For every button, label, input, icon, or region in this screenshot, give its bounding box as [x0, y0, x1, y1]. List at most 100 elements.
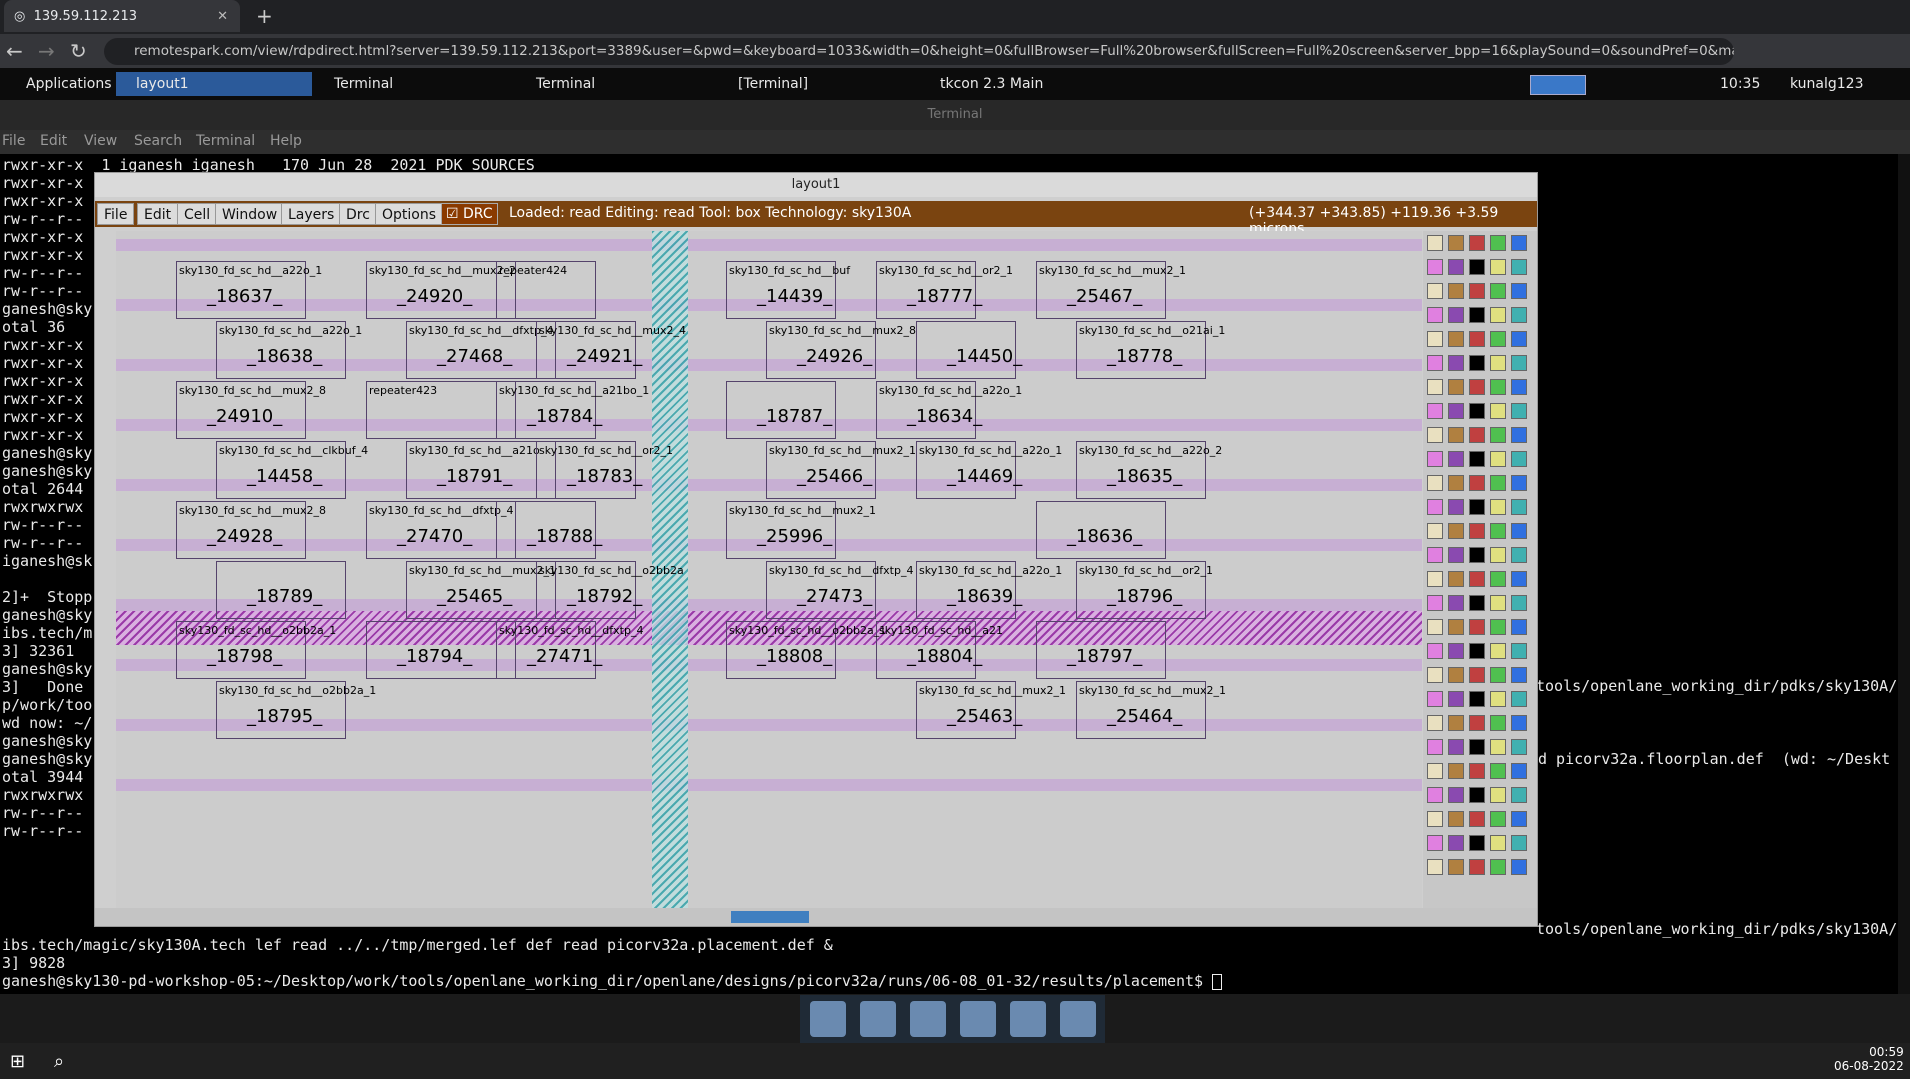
- layer-swatch[interactable]: [1448, 667, 1464, 683]
- std-cell[interactable]: sky130_fd_sc_hd__mux2_1 _25996_: [726, 501, 876, 559]
- layer-swatch[interactable]: [1490, 835, 1506, 851]
- layer-swatch[interactable]: [1448, 715, 1464, 731]
- layer-swatch[interactable]: [1490, 547, 1506, 563]
- layer-swatch[interactable]: [1490, 475, 1506, 491]
- std-cell[interactable]: sky130_fd_sc_hd__o2bb2a_1 _18795_: [216, 681, 376, 739]
- std-cell[interactable]: sky130_fd_sc_hd__a22o_1 _14469_: [916, 441, 1062, 499]
- layer-swatch[interactable]: [1511, 571, 1527, 587]
- layer-swatch[interactable]: [1490, 355, 1506, 371]
- layer-swatch[interactable]: [1469, 355, 1485, 371]
- layer-swatch[interactable]: [1490, 283, 1506, 299]
- layer-swatch[interactable]: [1427, 643, 1443, 659]
- layer-swatch[interactable]: [1469, 331, 1485, 347]
- layer-swatch[interactable]: [1511, 235, 1527, 251]
- magic-menu-cell[interactable]: Cell: [177, 203, 218, 225]
- layer-swatch[interactable]: [1427, 235, 1443, 251]
- panel-user[interactable]: kunalg123: [1790, 72, 1864, 96]
- magic-menu-file[interactable]: File: [97, 203, 135, 225]
- std-cell[interactable]: sky130_fd_sc_hd__buf _14439_: [726, 261, 850, 319]
- layer-swatch[interactable]: [1448, 355, 1464, 371]
- menu-terminal[interactable]: Terminal: [196, 133, 255, 149]
- layer-swatch[interactable]: [1448, 643, 1464, 659]
- layer-swatch[interactable]: [1448, 835, 1464, 851]
- layer-swatch[interactable]: [1448, 811, 1464, 827]
- layer-palette[interactable]: [1423, 231, 1537, 908]
- layer-swatch[interactable]: [1469, 307, 1485, 323]
- layer-swatch[interactable]: [1490, 643, 1506, 659]
- browser-tab[interactable]: ◎ 139.59.112.213 ✕: [4, 0, 240, 32]
- layer-swatch[interactable]: [1427, 787, 1443, 803]
- menu-edit[interactable]: Edit: [40, 133, 67, 149]
- browser-icon[interactable]: [960, 1001, 996, 1037]
- layer-swatch[interactable]: [1490, 763, 1506, 779]
- layer-swatch[interactable]: [1469, 403, 1485, 419]
- std-cell[interactable]: sky130_fd_sc_hd__mux2_1 _25466_: [766, 441, 916, 499]
- layer-swatch[interactable]: [1469, 787, 1485, 803]
- std-cell[interactable]: sky130_fd_sc_hd__or2_1 _18796_: [1076, 561, 1213, 619]
- layer-swatch[interactable]: [1490, 715, 1506, 731]
- terminal-prompt[interactable]: ganesh@sky130-pd-workshop-05:~/Desktop/w…: [2, 972, 1223, 990]
- layer-swatch[interactable]: [1448, 547, 1464, 563]
- std-cell[interactable]: sky130_fd_sc_hd__dfxtp_4 _27470_: [366, 501, 516, 559]
- layer-swatch[interactable]: [1511, 427, 1527, 443]
- layer-swatch[interactable]: [1427, 355, 1443, 371]
- std-cell[interactable]: _18797_: [1036, 621, 1166, 679]
- magic-menu-options[interactable]: Options: [375, 203, 444, 225]
- std-cell[interactable]: sky130_fd_sc_hd__mux2_8 _24926_: [766, 321, 916, 379]
- search-icon[interactable]: ⌕: [54, 1051, 64, 1072]
- std-cell[interactable]: _18789_: [216, 561, 346, 619]
- layer-swatch[interactable]: [1427, 739, 1443, 755]
- scroll-thumb[interactable]: [731, 911, 809, 923]
- layer-swatch[interactable]: [1448, 283, 1464, 299]
- std-cell[interactable]: sky130_fd_sc_hd__a21bo_1 _18784_: [496, 381, 649, 439]
- layer-swatch[interactable]: [1511, 547, 1527, 563]
- layer-swatch[interactable]: [1469, 739, 1485, 755]
- layer-swatch[interactable]: [1511, 355, 1527, 371]
- layer-swatch[interactable]: [1427, 451, 1443, 467]
- layer-swatch[interactable]: [1490, 331, 1506, 347]
- layer-swatch[interactable]: [1427, 307, 1443, 323]
- layer-swatch[interactable]: [1490, 427, 1506, 443]
- windows-start-icon[interactable]: ⊞: [10, 1051, 25, 1072]
- std-cell[interactable]: sky130_fd_sc_hd__o2bb2a _18792_: [536, 561, 684, 619]
- layer-swatch[interactable]: [1490, 379, 1506, 395]
- layer-swatch[interactable]: [1427, 859, 1443, 875]
- std-cell[interactable]: sky130_fd_sc_hd__mux2_1 _25463_: [916, 681, 1066, 739]
- terminal-icon[interactable]: [860, 1001, 896, 1037]
- layer-swatch[interactable]: [1469, 691, 1485, 707]
- std-cell[interactable]: _18636_: [1036, 501, 1166, 559]
- layer-swatch[interactable]: [1427, 523, 1443, 539]
- layer-swatch[interactable]: [1511, 835, 1527, 851]
- std-cell[interactable]: sky130_fd_sc_hd__or2_1 _18783_: [536, 441, 673, 499]
- layer-swatch[interactable]: [1511, 499, 1527, 515]
- layer-swatch[interactable]: [1469, 667, 1485, 683]
- layer-swatch[interactable]: [1448, 331, 1464, 347]
- layer-swatch[interactable]: [1490, 499, 1506, 515]
- back-icon[interactable]: ←: [6, 39, 23, 63]
- layer-swatch[interactable]: [1469, 859, 1485, 875]
- layer-swatch[interactable]: [1427, 811, 1443, 827]
- layout-canvas[interactable]: sky130_fd_sc_hd__a22o_1 _18637_ sky130_fd_…: [116, 231, 1422, 908]
- magic-menu-drc[interactable]: Drc: [339, 203, 377, 225]
- layer-swatch[interactable]: [1469, 259, 1485, 275]
- layer-swatch[interactable]: [1469, 475, 1485, 491]
- layer-swatch[interactable]: [1448, 595, 1464, 611]
- layer-swatch[interactable]: [1469, 835, 1485, 851]
- layer-swatch[interactable]: [1490, 859, 1506, 875]
- std-cell[interactable]: sky130_fd_sc_hd__o2bb2a_1 _18798_: [176, 621, 336, 679]
- std-cell[interactable]: sky130_fd_sc_hd__a22o_2 _18635_: [1076, 441, 1222, 499]
- layer-swatch[interactable]: [1469, 235, 1485, 251]
- std-cell[interactable]: repeater424: [496, 261, 596, 319]
- std-cell[interactable]: repeater423: [366, 381, 516, 439]
- layer-swatch[interactable]: [1490, 739, 1506, 755]
- workspace-switcher[interactable]: [1530, 75, 1586, 95]
- menu-file[interactable]: File: [2, 133, 25, 149]
- layer-swatch[interactable]: [1511, 811, 1527, 827]
- task-layout1[interactable]: layout1: [116, 72, 312, 96]
- layer-swatch[interactable]: [1427, 619, 1443, 635]
- std-cell[interactable]: _18794_: [366, 621, 516, 679]
- layer-swatch[interactable]: [1469, 595, 1485, 611]
- layer-swatch[interactable]: [1511, 523, 1527, 539]
- layer-swatch[interactable]: [1469, 571, 1485, 587]
- layer-swatch[interactable]: [1448, 619, 1464, 635]
